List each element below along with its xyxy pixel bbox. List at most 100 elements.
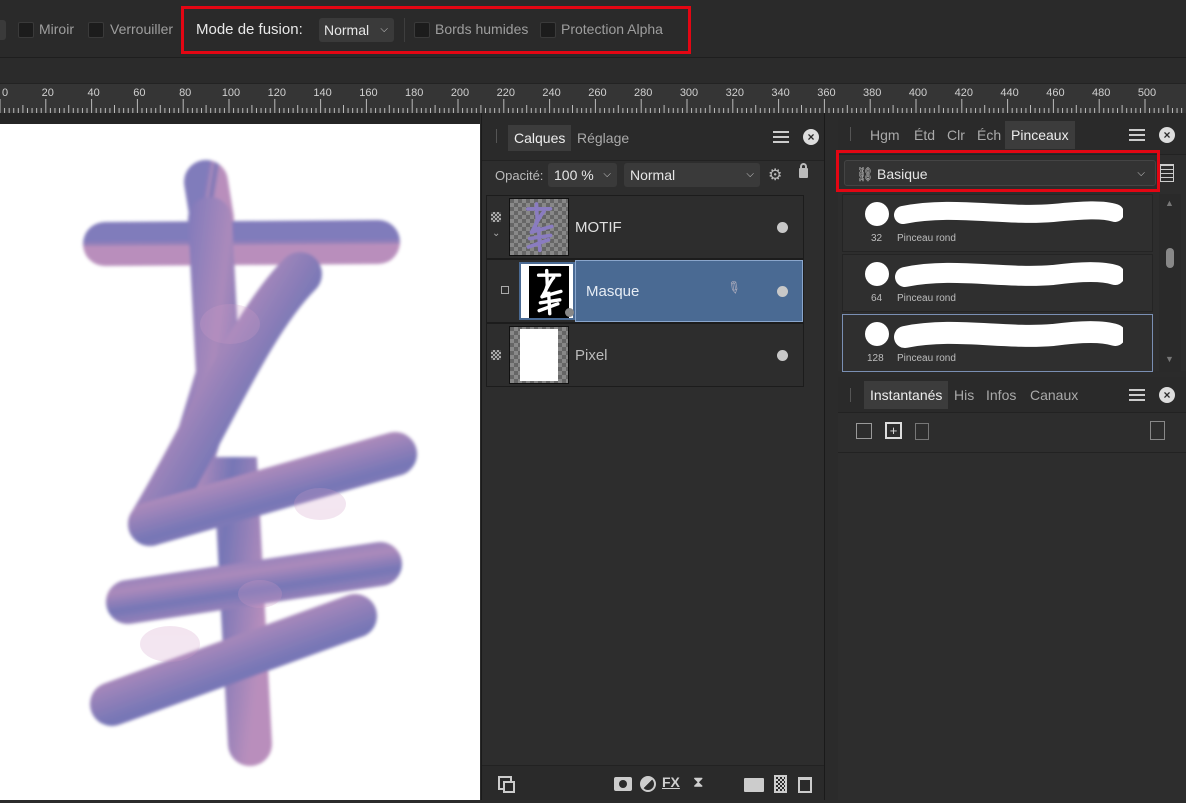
new-document-icon[interactable] — [1150, 421, 1165, 440]
ruler-label: 260 — [588, 87, 606, 99]
visibility-dot[interactable] — [777, 222, 788, 233]
artwork — [83, 160, 417, 766]
mask-artwork — [536, 268, 563, 316]
brush-size: 128 — [867, 353, 884, 364]
brush-category-select[interactable]: ⛓ Basique ⌵ — [844, 160, 1156, 186]
wet-edges-checkbox[interactable] — [414, 22, 430, 38]
tab-infos[interactable]: Infos — [986, 387, 1016, 403]
dropdown-fragment[interactable] — [0, 20, 6, 40]
layer-row-masque[interactable]: Masque ✎ — [486, 259, 804, 323]
pixel-layer-icon — [491, 350, 501, 360]
layer-row-pixel[interactable]: Pixel — [486, 323, 804, 387]
panel-grip — [850, 388, 851, 402]
layer-thumbnail — [509, 326, 569, 384]
brush-item[interactable]: 32 Pinceau rond — [842, 194, 1153, 252]
brush-dot — [865, 262, 889, 286]
close-icon[interactable]: × — [803, 129, 819, 145]
brush-stroke-preview — [894, 201, 1123, 224]
pixel-layer-icon — [491, 212, 501, 222]
trash-icon[interactable] — [915, 423, 929, 440]
panel-grip — [496, 129, 497, 143]
protect-alpha-checkbox[interactable] — [540, 22, 556, 38]
ruler-label: 100 — [222, 87, 240, 99]
snapshots-panel: Instantanés His Infos Canaux × + — [838, 377, 1186, 800]
fx-icon[interactable]: FX — [662, 774, 680, 790]
chevron-down-icon: ⌵ — [746, 169, 754, 180]
close-icon[interactable]: × — [1159, 387, 1175, 403]
trash-icon[interactable] — [798, 777, 812, 793]
link-icon: ⛓ — [856, 166, 874, 182]
mirror-checkbox[interactable] — [18, 22, 34, 38]
ruler-label: 0 — [2, 87, 8, 99]
layers-panel-header: Calques Réglage × — [482, 113, 824, 161]
tab-his[interactable]: His — [954, 387, 974, 403]
layer-name: Masque — [586, 283, 640, 300]
ruler-label: 60 — [133, 87, 145, 99]
scroll-thumb[interactable] — [1166, 248, 1174, 268]
opacity-select[interactable]: 100 % ⌵ — [548, 163, 617, 187]
tab-etd[interactable]: Étd — [914, 127, 935, 143]
mask-badge — [565, 308, 574, 317]
restore-snapshot-icon[interactable] — [856, 423, 872, 439]
brush-list-icon[interactable] — [1160, 164, 1174, 182]
chevron-down-icon: ⌵ — [1137, 168, 1145, 179]
panel-menu-icon[interactable] — [1129, 129, 1145, 141]
tab-hgm[interactable]: Hgm — [870, 127, 900, 143]
lock-checkbox[interactable] — [88, 22, 104, 38]
folder-icon[interactable] — [744, 778, 764, 792]
visibility-dot[interactable] — [777, 350, 788, 361]
gear-icon[interactable]: ⚙ — [768, 165, 782, 185]
ruler-label: 480 — [1092, 87, 1110, 99]
layers-panel: Calques Réglage × Opacité: 100 % ⌵ Norma… — [481, 113, 825, 800]
scroll-down-icon[interactable]: ▼ — [1165, 354, 1174, 364]
ruler-label: 80 — [179, 87, 191, 99]
brushes-panel: Hgm Étd Clr Éch Pinceaux × ⛓ Basique ⌵ 3… — [836, 113, 1186, 372]
layer-name: MOTIF — [575, 219, 622, 236]
blend-mode-select[interactable]: Normal ⌵ — [319, 18, 394, 42]
wet-edges-label: Bords humides — [435, 21, 529, 37]
ruler-label: 240 — [542, 87, 560, 99]
brush-category-value: Basique — [877, 166, 928, 182]
close-icon[interactable]: × — [1159, 127, 1175, 143]
ruler-label: 440 — [1000, 87, 1018, 99]
tab-reglage[interactable]: Réglage — [577, 125, 629, 151]
expand-chevron-icon[interactable]: ⌄ — [492, 228, 500, 239]
hourglass-icon[interactable]: ⧗ — [693, 774, 704, 791]
protect-alpha-label: Protection Alpha — [561, 21, 663, 37]
panel-menu-icon[interactable] — [1129, 389, 1145, 401]
tab-ech[interactable]: Éch — [977, 127, 1001, 143]
layers-bottom-bar: FX ⧗ — [482, 765, 824, 800]
brush-name: Pinceau rond — [897, 233, 956, 244]
ruler-label: 280 — [634, 87, 652, 99]
tab-pinceaux[interactable]: Pinceaux — [1005, 121, 1075, 149]
brush-scrollbar[interactable]: ▲ ▼ — [1159, 194, 1181, 372]
layers-stack-icon[interactable] — [498, 776, 515, 793]
tab-clr[interactable]: Clr — [947, 127, 965, 143]
tab-instantanes[interactable]: Instantanés — [864, 381, 949, 409]
layer-blend-select[interactable]: Normal ⌵ — [624, 163, 760, 187]
brush-name: Pinceau rond — [897, 353, 956, 364]
lock-icon[interactable] — [799, 163, 808, 178]
ruler-label: 140 — [313, 87, 331, 99]
panel-menu-icon[interactable] — [773, 131, 789, 143]
lock-label: Verrouiller — [110, 21, 174, 37]
ruler-label: 380 — [863, 87, 881, 99]
mirror-label: Miroir — [39, 21, 74, 37]
mask-icon[interactable] — [614, 777, 632, 791]
scroll-up-icon[interactable]: ▲ — [1165, 198, 1174, 208]
context-toolbar: Miroir Verrouiller Mode de fusion: Norma… — [0, 0, 1186, 58]
brush-item-selected[interactable]: 128 Pinceau rond — [842, 314, 1153, 372]
brush-item[interactable]: 64 Pinceau rond — [842, 254, 1153, 312]
brush-stroke-preview — [895, 262, 1123, 287]
document-canvas[interactable] — [0, 124, 480, 800]
group-icon[interactable] — [774, 775, 787, 793]
add-snapshot-icon[interactable]: + — [885, 422, 902, 439]
chevron-down-icon: ⌵ — [603, 169, 611, 180]
visibility-dot[interactable] — [777, 286, 788, 297]
adjustment-icon[interactable] — [640, 776, 656, 792]
brush-dot — [865, 322, 889, 346]
tab-calques[interactable]: Calques — [508, 125, 572, 151]
ruler-label: 340 — [771, 87, 789, 99]
tab-canaux[interactable]: Canaux — [1030, 387, 1078, 403]
layer-row-motif[interactable]: ⌄ MOTIF — [486, 195, 804, 259]
